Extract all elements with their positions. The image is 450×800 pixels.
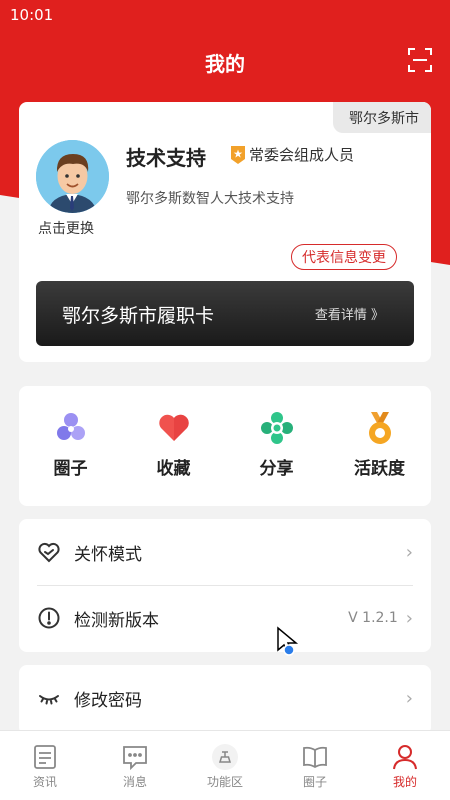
message-icon: [123, 746, 147, 771]
tab-messages[interactable]: 消息: [90, 731, 180, 800]
chevron-right-icon: ›: [405, 541, 413, 563]
menu-label: 修改密码: [74, 690, 142, 711]
scan-icon[interactable]: [406, 46, 434, 74]
version-value: V 1.2.1: [348, 610, 398, 626]
tab-functions[interactable]: 功能区: [180, 731, 270, 800]
news-icon: [34, 745, 56, 769]
tab-label: 功能区: [206, 775, 243, 789]
care-heart-icon: [38, 542, 60, 563]
duty-card-title: 鄂尔多斯市履职卡: [62, 305, 215, 327]
user-role: 常委会组成人员: [231, 144, 354, 165]
alert-icon: [38, 607, 60, 629]
feature-label: 活跃度: [354, 459, 405, 479]
tab-news[interactable]: 资讯: [0, 731, 90, 800]
feature-label: 圈子: [53, 459, 88, 479]
circle-icon: [56, 413, 85, 440]
app-header: 我的: [0, 38, 450, 82]
tab-mine[interactable]: 我的: [360, 731, 450, 800]
status-time: 10:01: [10, 6, 54, 24]
features-card: 圈子 收藏 分享 活跃度: [19, 386, 431, 506]
feature-label: 收藏: [156, 459, 191, 479]
avatar[interactable]: [36, 140, 109, 213]
menu-item-check-version[interactable]: 检测新版本 V 1.2.1 ›: [19, 585, 431, 651]
user-description: 鄂尔多斯数智人大技术支持: [126, 191, 294, 207]
duty-card[interactable]: 鄂尔多斯市履职卡 查看详情 》: [36, 281, 414, 346]
badge-icon: [231, 145, 245, 164]
status-bar: 10:01: [0, 0, 450, 30]
tab-label: 消息: [122, 775, 147, 789]
role-label: 常委会组成人员: [249, 146, 355, 164]
feature-share[interactable]: 分享: [225, 386, 328, 506]
avatar-caption[interactable]: 点击更换: [38, 218, 94, 238]
user-name: 技术支持: [126, 146, 206, 170]
view-details-link[interactable]: 查看详情 》: [315, 304, 384, 323]
chevron-right-icon: ›: [405, 607, 413, 629]
bottom-tab-bar: 资讯 消息 功能区 圈子 我的: [0, 730, 450, 800]
feature-circle[interactable]: 圈子: [19, 386, 122, 506]
function-icon: [212, 744, 238, 770]
change-info-button[interactable]: 代表信息变更: [291, 244, 397, 270]
profile-card: 鄂尔多斯市 点击更换 技术支持 常委会组成人员 鄂尔多斯数智人大技术支持 代表信…: [19, 102, 431, 362]
heart-icon: [158, 414, 189, 441]
city-tag[interactable]: 鄂尔多斯市: [333, 102, 431, 133]
tab-circle[interactable]: 圈子: [270, 731, 360, 800]
settings-card: 关怀模式 › 检测新版本 V 1.2.1 ›: [19, 519, 431, 652]
medal-icon: [368, 412, 391, 444]
tab-label: 我的: [392, 775, 417, 789]
feature-label: 分享: [259, 459, 294, 479]
book-icon: [303, 746, 327, 769]
menu-item-change-password[interactable]: 修改密码 ›: [19, 665, 431, 731]
menu-label: 检测新版本: [74, 610, 159, 631]
feature-activity[interactable]: 活跃度: [328, 386, 431, 506]
share-icon: [260, 412, 293, 444]
tab-label: 资讯: [32, 775, 57, 789]
feature-favorites[interactable]: 收藏: [122, 386, 225, 506]
tab-label: 圈子: [302, 775, 327, 789]
security-card: 修改密码 ›: [19, 665, 431, 735]
eye-closed-icon: [39, 695, 59, 705]
menu-label: 关怀模式: [74, 544, 142, 565]
page-title: 我的: [205, 52, 245, 76]
chevron-right-icon: ›: [405, 687, 413, 709]
mouse-cursor-icon: [277, 626, 299, 656]
user-icon: [393, 745, 417, 770]
menu-item-care-mode[interactable]: 关怀模式 ›: [19, 519, 431, 585]
